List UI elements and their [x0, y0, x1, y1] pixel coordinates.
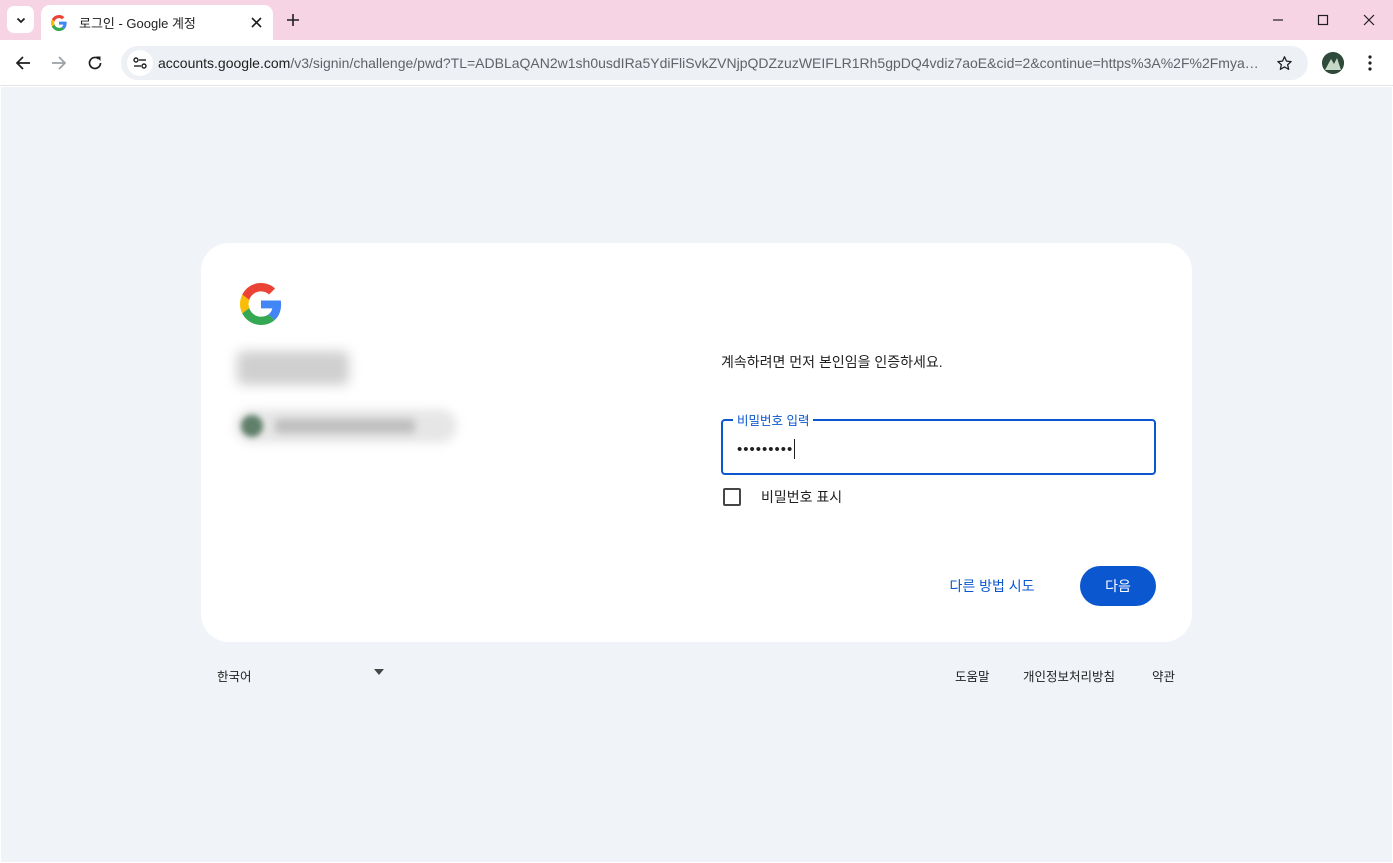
tab-search-button[interactable]: [7, 6, 34, 33]
forward-arrow-icon: [52, 56, 67, 70]
privacy-link[interactable]: 개인정보처리방침: [1023, 666, 1115, 685]
tab-close-button[interactable]: [248, 14, 264, 30]
show-password-label: 비밀번호 표시: [761, 489, 843, 505]
close-window-button[interactable]: [1357, 8, 1381, 32]
account-name-redacted: [237, 351, 349, 385]
chevron-down-icon: [16, 17, 25, 23]
browser-tab[interactable]: 로그인 - Google 계정: [41, 5, 273, 40]
signin-card: 계속하려면 먼저 본인임을 인증하세요. 비밀번호 입력 ••••••••• 비…: [201, 243, 1192, 642]
more-vert-icon: [1368, 55, 1372, 71]
minimize-icon: [1273, 19, 1283, 21]
star-icon: [1276, 55, 1292, 70]
password-input[interactable]: •••••••••: [737, 439, 796, 459]
maximize-icon: [1317, 14, 1329, 26]
show-password-toggle[interactable]: 비밀번호 표시: [723, 487, 842, 507]
try-another-way-button[interactable]: 다른 방법 시도: [937, 569, 1047, 603]
language-selector[interactable]: 한국어: [217, 666, 252, 685]
google-logo-icon: [240, 283, 282, 325]
close-icon: [250, 16, 262, 28]
profile-avatar-icon: [1322, 52, 1344, 74]
minimize-button[interactable]: [1266, 8, 1290, 32]
google-favicon-icon: [51, 14, 67, 31]
url-path: /v3/signin/challenge/pwd?TL=ADBLaQAN2w1s…: [290, 55, 1263, 71]
reload-button[interactable]: [83, 51, 107, 75]
dropdown-arrow-icon[interactable]: [374, 669, 384, 675]
back-button[interactable]: [11, 51, 35, 75]
address-bar[interactable]: accounts.google.com/v3/signin/challenge/…: [121, 46, 1308, 80]
bookmark-button[interactable]: [1274, 53, 1294, 73]
reload-icon: [88, 56, 102, 70]
close-window-icon: [1363, 14, 1375, 26]
maximize-button[interactable]: [1311, 8, 1335, 32]
account-avatar: [241, 415, 263, 437]
password-field[interactable]: 비밀번호 입력 •••••••••: [721, 410, 1156, 475]
terms-link[interactable]: 약관: [1152, 666, 1175, 685]
account-email-redacted: [275, 419, 415, 433]
password-value: •••••••••: [737, 440, 794, 458]
help-link[interactable]: 도움말: [955, 666, 990, 685]
back-arrow-icon: [15, 56, 30, 70]
browser-menu-button[interactable]: [1360, 52, 1380, 74]
password-label: 비밀번호 입력: [733, 410, 814, 429]
tab-title: 로그인 - Google 계정: [79, 16, 196, 31]
page-content: 계속하려면 먼저 본인임을 인증하세요. 비밀번호 입력 ••••••••• 비…: [1, 87, 1392, 862]
next-button[interactable]: 다음: [1080, 566, 1156, 606]
forward-button[interactable]: [47, 51, 71, 75]
tab-strip: 로그인 - Google 계정: [0, 0, 1393, 40]
profile-avatar-button[interactable]: [1322, 52, 1344, 74]
url-text: accounts.google.com/v3/signin/challenge/…: [158, 55, 1263, 71]
browser-toolbar: accounts.google.com/v3/signin/challenge/…: [0, 40, 1393, 86]
verify-prompt: 계속하려면 먼저 본인임을 인증하세요.: [721, 354, 943, 370]
new-tab-button[interactable]: [283, 10, 303, 30]
plus-icon: [287, 14, 299, 26]
show-password-checkbox[interactable]: [723, 488, 741, 506]
site-info-icon: [133, 57, 147, 69]
site-info-button[interactable]: [127, 50, 153, 76]
text-caret: [794, 439, 796, 459]
footer: 한국어 도움말 개인정보처리방침 약관: [201, 658, 1192, 688]
url-host: accounts.google.com: [158, 55, 291, 71]
